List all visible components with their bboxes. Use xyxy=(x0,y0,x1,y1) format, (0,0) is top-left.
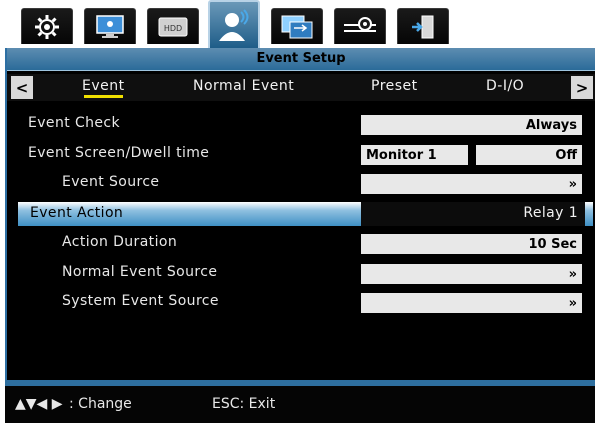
system-event-source-label: System Event Source xyxy=(62,293,219,309)
prev-tab-button[interactable]: < xyxy=(11,76,33,99)
network-icon xyxy=(281,15,313,38)
hdd-label: HDD xyxy=(164,24,182,33)
tab-storage[interactable]: HDD xyxy=(147,8,199,44)
tab-network[interactable] xyxy=(271,8,323,44)
user-alert-icon xyxy=(219,9,249,41)
event-source-label: Event Source xyxy=(62,174,160,190)
title-bar: Event Setup xyxy=(7,48,595,71)
hdd-icon: HDD xyxy=(158,17,188,36)
subtab-preset[interactable]: Preset xyxy=(371,78,418,94)
action-duration-field[interactable]: 10 Sec xyxy=(361,234,582,254)
display-icon xyxy=(96,14,124,38)
exit-hint: ESC: Exit xyxy=(212,396,276,412)
menu-tab-bar: HDD xyxy=(0,0,595,50)
tab-display[interactable] xyxy=(84,8,136,44)
exit-icon xyxy=(412,15,434,38)
monitor-select[interactable]: Monitor 1 xyxy=(361,145,468,165)
subtab-dio[interactable]: D-I/O xyxy=(486,78,524,94)
event-check-field[interactable]: Always xyxy=(361,115,582,135)
window-title: Event Setup xyxy=(256,51,346,66)
event-action-label: Event Action xyxy=(30,205,124,221)
tab-system-settings[interactable] xyxy=(21,8,73,44)
system-event-source-button[interactable]: » xyxy=(361,293,582,313)
next-tab-button[interactable]: > xyxy=(571,76,593,99)
subtab-event[interactable]: Event xyxy=(82,78,125,98)
subtab-normal-event[interactable]: Normal Event xyxy=(193,78,294,94)
system-icon xyxy=(344,16,376,32)
gear-icon xyxy=(35,14,59,39)
tab-device[interactable] xyxy=(334,8,386,44)
event-action-value[interactable]: Relay 1 xyxy=(505,205,578,221)
subtab-bar: < Event Normal Event Preset D-I/O > xyxy=(7,74,595,101)
dwell-time-field[interactable]: Off xyxy=(476,145,582,165)
event-check-label: Event Check xyxy=(28,115,121,131)
tab-exit[interactable] xyxy=(397,8,449,44)
change-keys-hint: ▲▼◀ ▶ xyxy=(15,396,63,412)
action-duration-label: Action Duration xyxy=(62,234,178,250)
event-source-button[interactable]: » xyxy=(361,174,582,194)
tab-event[interactable] xyxy=(208,0,260,50)
normal-event-source-button[interactable]: » xyxy=(361,264,582,284)
normal-event-source-label: Normal Event Source xyxy=(62,264,218,280)
help-bar: ▲▼◀ ▶ : Change ESC: Exit xyxy=(5,386,595,423)
change-hint: : Change xyxy=(69,396,132,412)
event-screen-label: Event Screen/Dwell time xyxy=(28,145,210,161)
